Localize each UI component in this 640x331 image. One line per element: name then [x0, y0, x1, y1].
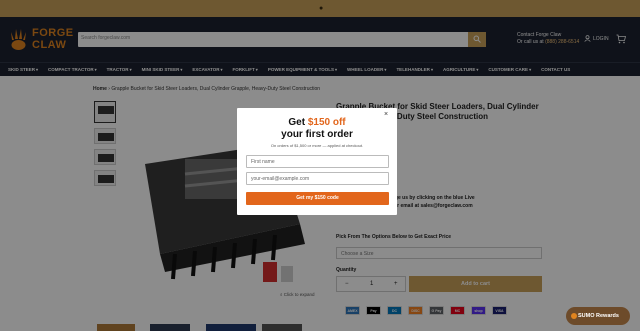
- first-name-field[interactable]: First name: [246, 155, 389, 168]
- email-field[interactable]: your-email@example.com: [246, 172, 389, 185]
- popup-subtext: On orders of $1,500 or more — applied at…: [270, 143, 364, 148]
- rewards-icon: [571, 313, 577, 319]
- discount-popup: × Get $150 off your first order On order…: [237, 108, 397, 215]
- sumo-rewards-button[interactable]: SUMO Rewards: [566, 307, 630, 325]
- discount-amount: $150 off: [307, 117, 346, 128]
- popup-headline: Get $150 off your first order: [281, 117, 353, 140]
- get-code-button[interactable]: Get my $150 code: [246, 192, 389, 205]
